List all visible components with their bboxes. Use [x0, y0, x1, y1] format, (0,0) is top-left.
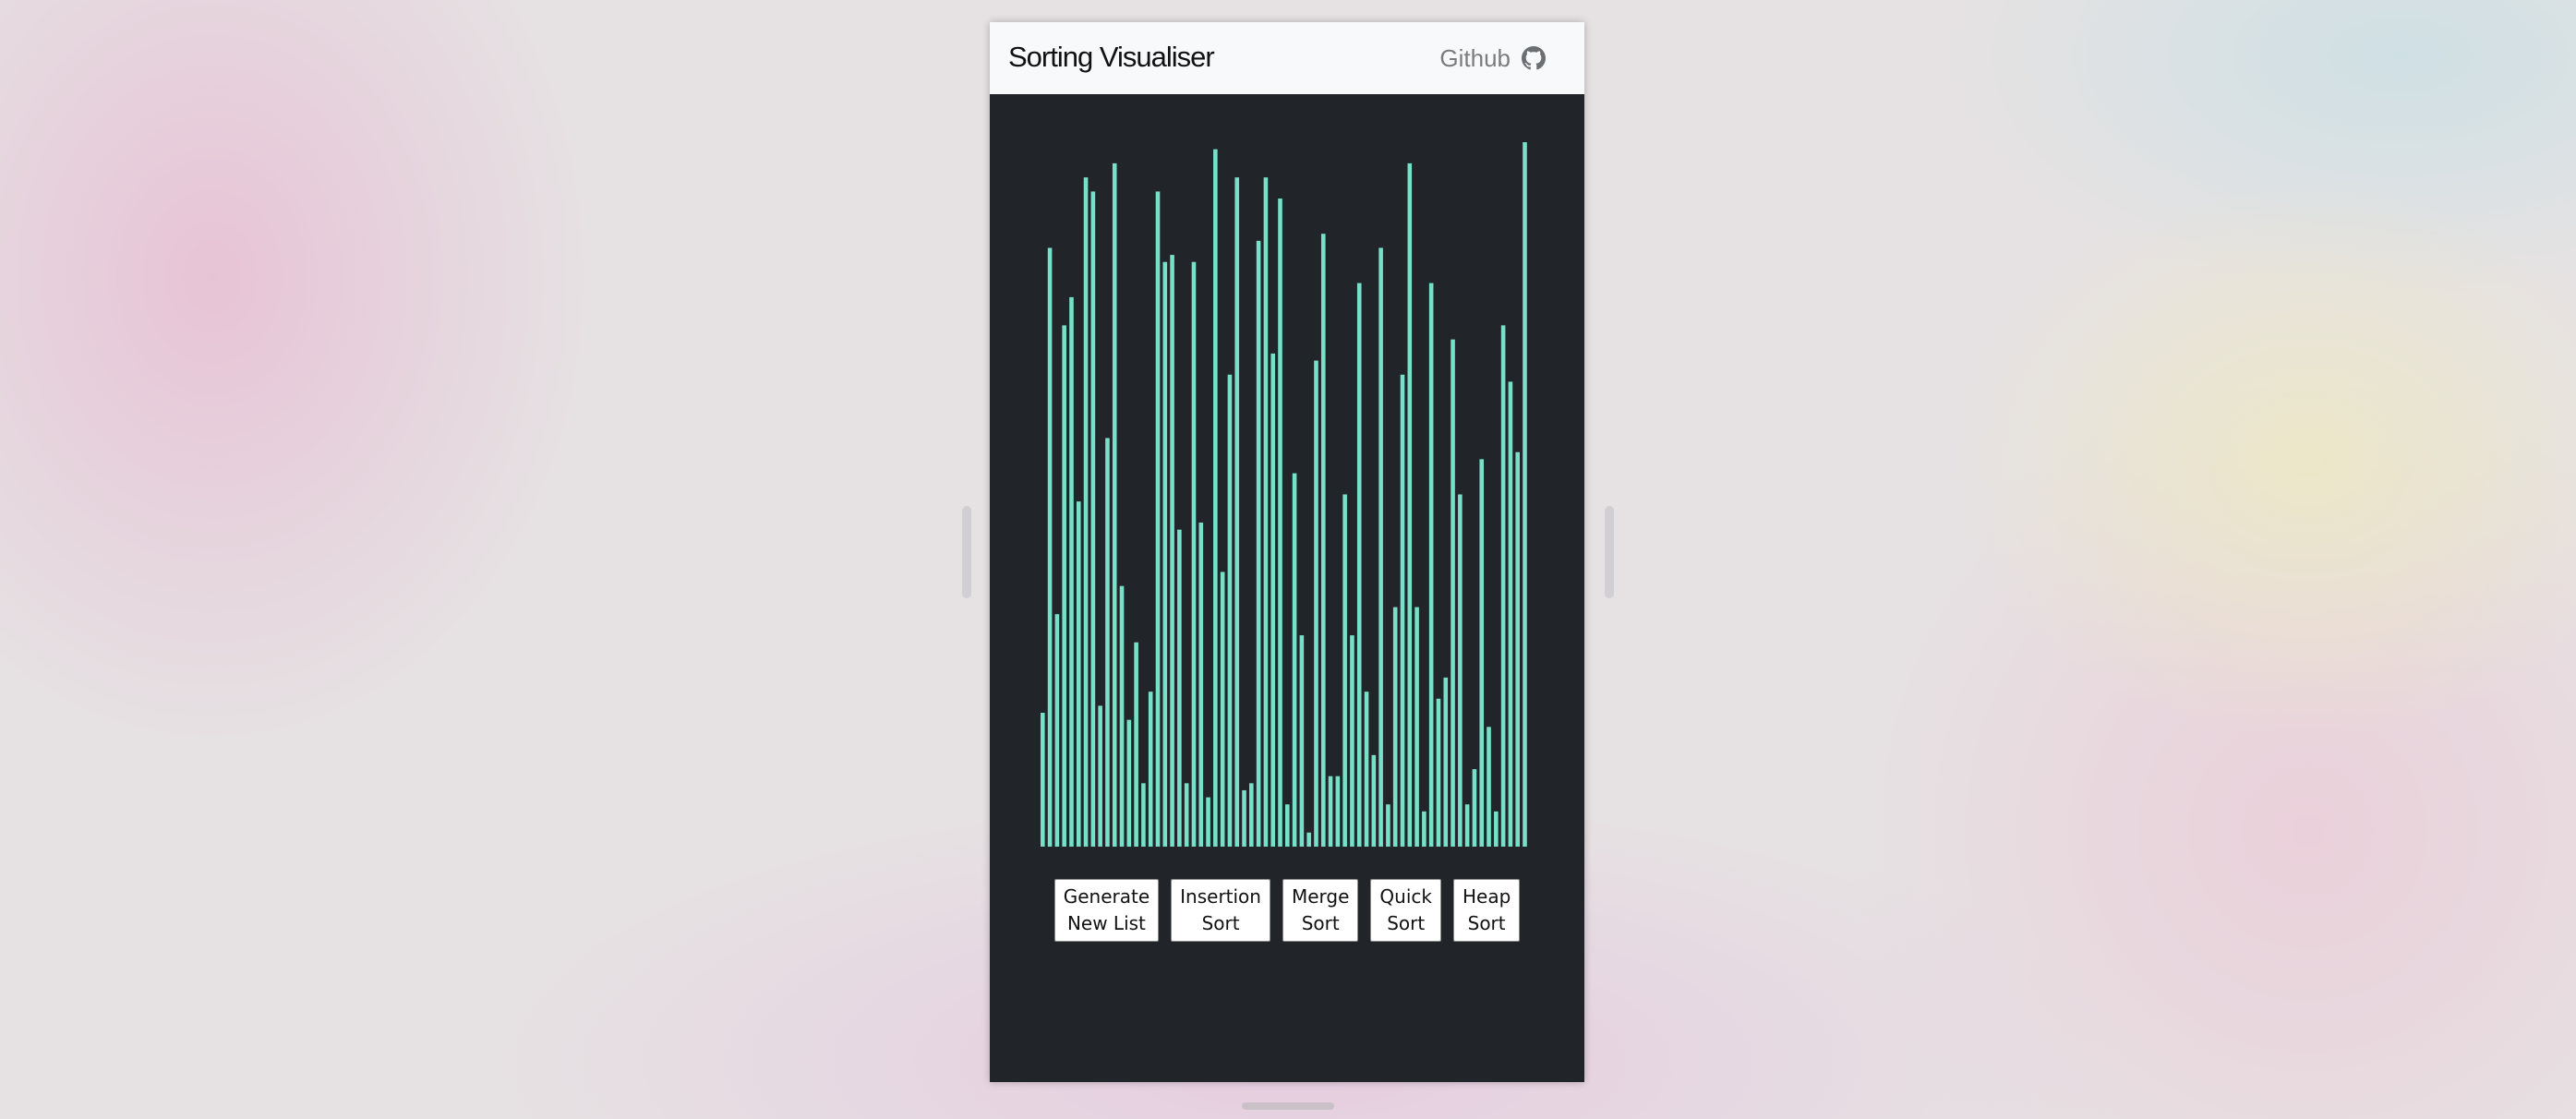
array-bar [1083, 177, 1089, 847]
insertion-sort-button[interactable]: Insertion Sort [1171, 879, 1270, 942]
github-link[interactable]: Github [1439, 42, 1546, 74]
array-bar [1392, 607, 1398, 847]
array-bar [1170, 255, 1174, 847]
array-bar [1414, 607, 1419, 847]
github-link-label: Github [1439, 43, 1511, 72]
array-bar [1098, 705, 1102, 847]
merge-sort-button[interactable]: Merge Sort [1282, 879, 1359, 942]
array-bar [1054, 614, 1060, 847]
array-bar [1479, 459, 1485, 847]
array-bar [1428, 283, 1434, 847]
array-bar [1443, 677, 1449, 847]
array-bar [1472, 769, 1477, 847]
array-bar [1464, 804, 1470, 847]
array-bar [1436, 698, 1441, 847]
array-bar [1270, 353, 1275, 847]
array-bar [1306, 832, 1311, 847]
array-bar [1256, 240, 1261, 847]
array-bar [1112, 162, 1117, 847]
array-bar [1523, 142, 1527, 847]
controls-bar: Generate New List Insertion Sort Merge S… [990, 879, 1584, 942]
array-bar [1335, 776, 1341, 847]
array-bar [1263, 177, 1269, 847]
array-bar [1314, 360, 1318, 847]
array-bar [1155, 191, 1161, 847]
array-bar [1508, 381, 1513, 847]
array-bar [1126, 719, 1132, 847]
array-bars-container [1041, 142, 1530, 847]
array-bar [1342, 494, 1347, 847]
array-bar [1458, 494, 1463, 847]
array-bar [1119, 585, 1125, 847]
array-bar [1227, 374, 1233, 847]
array-bar [1184, 783, 1189, 847]
array-bar [1292, 473, 1297, 847]
page-title[interactable]: Sorting Visualiser [1008, 41, 1215, 74]
array-bar [1041, 713, 1045, 847]
array-bar [1500, 325, 1506, 847]
array-bar [1162, 261, 1168, 847]
array-bar [1487, 727, 1491, 847]
right-resize-handle[interactable] [1605, 506, 1614, 598]
array-bar [1062, 325, 1066, 847]
bottom-resize-handle[interactable] [1242, 1102, 1334, 1110]
array-bars-chart [1041, 142, 1527, 847]
array-bar [1177, 529, 1182, 847]
quick-sort-button[interactable]: Quick Sort [1370, 879, 1441, 942]
array-bar [1400, 374, 1405, 847]
left-resize-handle[interactable] [962, 506, 971, 598]
github-icon [1522, 46, 1546, 70]
array-bar [1206, 797, 1210, 847]
array-bar [1191, 261, 1197, 847]
app-viewport: Sorting Visualiser Github Generate New L… [990, 22, 1584, 1082]
array-bar [1076, 501, 1081, 847]
array-bar [1451, 339, 1455, 847]
array-bar [1350, 635, 1354, 847]
array-bar [1198, 523, 1204, 847]
array-bar [1069, 296, 1074, 847]
generate-new-list-button[interactable]: Generate New List [1053, 879, 1160, 942]
array-bar [1386, 804, 1390, 847]
navbar: Sorting Visualiser Github [990, 22, 1584, 94]
array-bar [1356, 283, 1362, 847]
array-bar [1422, 811, 1426, 847]
array-bar [1249, 783, 1254, 847]
array-bar [1320, 234, 1326, 847]
array-bar [1148, 692, 1153, 847]
heap-sort-button[interactable]: Heap Sort [1452, 879, 1521, 942]
array-bar [1047, 247, 1053, 847]
array-bar [1494, 811, 1499, 847]
array-bar [1141, 783, 1146, 847]
array-bar [1378, 247, 1383, 847]
array-bar [1242, 789, 1246, 847]
array-bar [1515, 451, 1520, 847]
array-bar [1090, 191, 1096, 847]
array-bar [1371, 754, 1377, 847]
array-bar [1220, 572, 1225, 847]
array-bar [1213, 149, 1218, 847]
array-bar [1278, 199, 1282, 847]
array-bar [1285, 804, 1290, 847]
array-bar [1105, 438, 1110, 847]
array-bar [1134, 642, 1138, 847]
array-bar [1299, 635, 1305, 847]
array-bar [1234, 177, 1240, 847]
array-bar [1328, 776, 1333, 847]
array-bar [1364, 692, 1369, 847]
array-bar [1407, 162, 1413, 847]
